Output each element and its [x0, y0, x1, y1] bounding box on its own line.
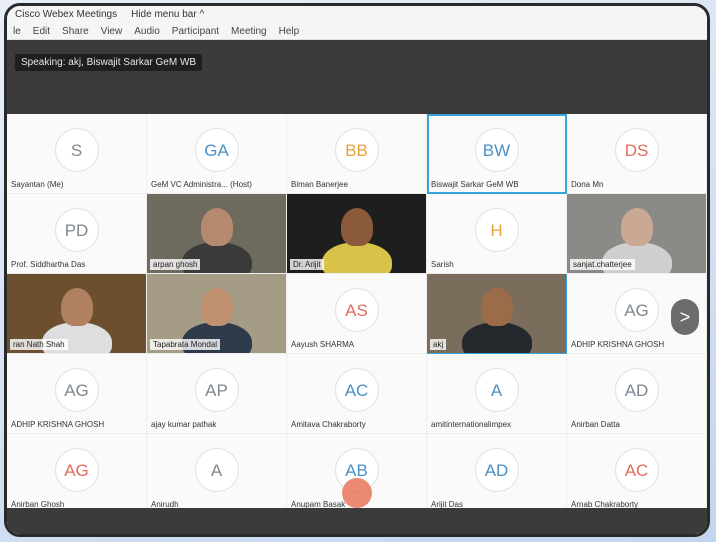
participant-video: Dr. Arijit: [287, 194, 426, 273]
speaker-area: Speaking: akj, Biswajit Sarkar GeM WB: [7, 40, 707, 114]
participant-name: Anirban Datta: [571, 420, 620, 429]
participant-avatar: A: [474, 368, 519, 412]
participant-name: ADHIP KRISHNA GHOSH: [571, 340, 665, 349]
speaking-indicator: Speaking: akj, Biswajit Sarkar GeM WB: [15, 54, 203, 71]
participant-avatar: A: [194, 448, 239, 492]
participant-name: Dona Mn: [571, 180, 604, 189]
participant-video: akj: [427, 274, 566, 353]
participant-video: sanjat.chatterjee: [567, 194, 706, 273]
participant-tile[interactable]: PD Prof. Siddhartha Das: [7, 194, 147, 274]
participant-avatar: PD: [54, 208, 99, 252]
menu-participant[interactable]: Participant: [172, 24, 219, 39]
menu-help[interactable]: Help: [279, 24, 300, 39]
participant-name: Sarish: [431, 260, 454, 269]
participant-tile[interactable]: Dr. Arijit: [287, 194, 427, 274]
participant-tile[interactable]: AC Amitava Chakraborty: [287, 354, 427, 434]
participant-tile[interactable]: Aamitinternationalimpex: [427, 354, 567, 434]
person-head: [341, 208, 373, 246]
person-head: [621, 208, 653, 246]
participant-avatar: AG: [54, 448, 99, 492]
participant-tile[interactable]: DS Dona Mn: [567, 114, 707, 194]
participant-tile[interactable]: A Anirudh: [147, 434, 287, 514]
participant-name: Dr. Arijit: [290, 259, 324, 270]
participant-grid: S Sayantan (Me) GA GeM VC Administra... (Ho…: [7, 114, 707, 514]
participant-name: Prof. Siddhartha Das: [11, 260, 86, 269]
participant-avatar: AC: [614, 448, 659, 492]
participant-name: GeM VC Administra... (Host): [151, 180, 252, 189]
menu-meeting[interactable]: Meeting: [231, 24, 267, 39]
participant-tile[interactable]: AP ajay kumar pathak: [147, 354, 287, 434]
participant-tile[interactable]: AG Anirban Ghosh: [7, 434, 147, 514]
participant-avatar: AG: [54, 368, 99, 412]
participant-tile[interactable]: BW Biswajit Sarkar GeM WB: [427, 114, 567, 194]
participant-avatar: AC: [334, 368, 379, 412]
participant-tile[interactable]: sanjat.chatterjee: [567, 194, 707, 274]
participant-tile[interactable]: BB Biman Banerjee: [287, 114, 427, 194]
participant-avatar: DS: [614, 128, 659, 172]
window-title: Cisco Webex Meetings: [15, 9, 118, 20]
participant-video: arpan ghosh: [147, 194, 286, 273]
participant-avatar: AP: [194, 368, 239, 412]
menu-edit[interactable]: Edit: [33, 24, 50, 39]
hide-menu-toggle[interactable]: Hide menu bar ^: [131, 6, 204, 24]
person-shoulders: [322, 242, 392, 273]
participant-avatar: BW: [474, 128, 519, 172]
participant-avatar: AG: [614, 288, 659, 332]
participant-name: Tapabrata Mondal: [150, 339, 221, 350]
participant-tile[interactable]: AD Anirban Datta: [567, 354, 707, 434]
participant-video: Tapabrata Mondal: [147, 274, 286, 353]
participant-tile[interactable]: ran Nath Shah: [7, 274, 147, 354]
person-head: [481, 288, 513, 326]
menu-audio[interactable]: Audio: [134, 24, 160, 39]
participant-name: Sayantan (Me): [11, 180, 64, 189]
participant-tile[interactable]: AD Arijit Das: [427, 434, 567, 514]
participant-tile[interactable]: AC Arnab Chakraborty: [567, 434, 707, 514]
participant-name: Biman Banerjee: [291, 180, 348, 189]
participant-avatar: GA: [194, 128, 239, 172]
next-page-button[interactable]: >: [671, 299, 699, 335]
participant-avatar: H: [474, 208, 519, 252]
participant-name: Biswajit Sarkar GeM WB: [431, 180, 519, 189]
participant-name: Aayush SHARMA: [291, 340, 355, 349]
mouse-cursor-highlight: [342, 478, 372, 508]
person-head: [201, 288, 233, 326]
chevron-right-icon: >: [679, 307, 691, 327]
participant-name: ajay kumar pathak: [151, 420, 217, 429]
participant-name: Amitava Chakraborty: [291, 420, 366, 429]
participant-tile[interactable]: AG ADHIP KRISHNA GHOSH: [7, 354, 147, 434]
webex-window: Cisco Webex Meetings Hide menu bar ^ le …: [4, 3, 710, 537]
participant-tile[interactable]: GA GeM VC Administra... (Host): [147, 114, 287, 194]
participant-avatar: BB: [334, 128, 379, 172]
bottom-control-bar: [7, 508, 707, 534]
participant-name: arpan ghosh: [150, 259, 201, 270]
participant-name: amitinternationalimpex: [431, 420, 512, 429]
participant-avatar: AD: [614, 368, 659, 412]
participant-name: sanjat.chatterjee: [570, 259, 635, 270]
person-head: [61, 288, 93, 326]
participant-avatar: AS: [334, 288, 379, 332]
person-shoulders: [462, 322, 532, 353]
person-head: [201, 208, 233, 246]
participant-name: ran Nath Shah: [10, 339, 68, 350]
menu-bar: le Edit Share View Audio Participant Mee…: [7, 24, 707, 40]
participant-tile[interactable]: akj: [427, 274, 567, 354]
participant-tile[interactable]: Tapabrata Mondal: [147, 274, 287, 354]
participant-tile[interactable]: AS Aayush SHARMA: [287, 274, 427, 354]
participant-tile[interactable]: H Sarish: [427, 194, 567, 274]
participant-name: akj: [430, 339, 447, 350]
participant-tile[interactable]: S Sayantan (Me): [7, 114, 147, 194]
menu-view[interactable]: View: [101, 24, 123, 39]
menu-file[interactable]: le: [13, 24, 21, 39]
menu-share[interactable]: Share: [62, 24, 89, 39]
title-bar: Cisco Webex Meetings Hide menu bar ^: [7, 6, 707, 24]
participant-tile[interactable]: arpan ghosh: [147, 194, 287, 274]
participant-video: ran Nath Shah: [7, 274, 146, 353]
participant-avatar: S: [54, 128, 99, 172]
participant-avatar: AD: [474, 448, 519, 492]
participant-name: ADHIP KRISHNA GHOSH: [11, 420, 105, 429]
